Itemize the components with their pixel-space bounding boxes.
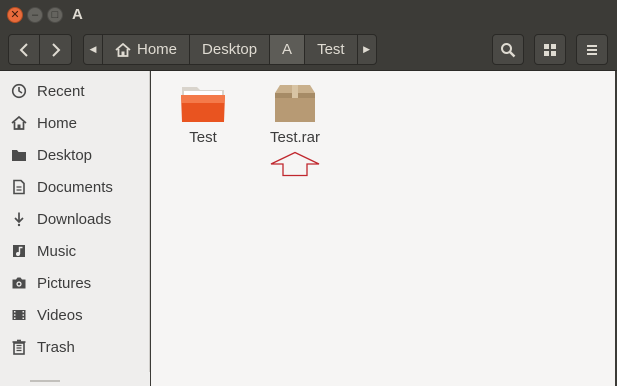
sidebar-item-downloads[interactable]: Downloads <box>0 204 150 234</box>
sidebar-item-documents[interactable]: Documents <box>0 172 150 202</box>
sidebar-item-label: Desktop <box>37 146 93 164</box>
search-icon <box>501 42 516 57</box>
path-scroll-right-button[interactable]: ▶ <box>356 34 377 65</box>
chevron-left-icon <box>19 42 28 57</box>
close-icon: ✕ <box>10 8 20 21</box>
trash-icon <box>12 339 26 355</box>
sidebar-item-label: Music <box>37 242 77 260</box>
music-icon <box>13 245 25 257</box>
chevron-right-icon <box>51 42 60 57</box>
home-icon <box>11 115 27 130</box>
sidebar-item-label: Downloads <box>37 210 112 228</box>
sidebar-item-trash[interactable]: Trash <box>0 332 150 362</box>
sidebar-item-label: Videos <box>37 306 83 324</box>
sidebar-item-recent[interactable]: Recent <box>0 76 150 106</box>
back-button[interactable] <box>8 34 40 65</box>
window-title: A <box>72 6 83 23</box>
download-icon <box>14 212 24 227</box>
path-segment-label: A <box>282 41 293 58</box>
path-bar: ◀ Home Desktop A Test ▶ <box>83 34 377 65</box>
maximize-window-button[interactable]: □ <box>47 7 63 23</box>
camera-icon <box>12 277 26 289</box>
triangle-right-icon: ▶ <box>363 44 371 54</box>
maximize-icon: □ <box>51 8 59 21</box>
sidebar-item-home[interactable]: Home <box>0 108 150 138</box>
sidebar-item-pictures[interactable]: Pictures <box>0 268 150 298</box>
folder-icon <box>181 87 225 122</box>
path-segment-label: Home <box>137 41 178 58</box>
sidebar-item-label: Recent <box>37 82 85 100</box>
path-segment-desktop[interactable]: Desktop <box>189 34 271 65</box>
path-segment-home[interactable]: Home <box>102 34 191 65</box>
path-segment-label: Desktop <box>202 41 258 58</box>
minimize-window-button[interactable]: – <box>27 7 43 23</box>
file-view: Test Test.rar <box>151 71 615 386</box>
home-icon <box>115 42 131 57</box>
view-toggle-button[interactable] <box>534 34 566 65</box>
title-bar: ✕ – □ A <box>0 0 617 30</box>
sidebar-item-label: Trash <box>37 338 75 356</box>
video-icon <box>12 310 26 320</box>
sidebar-item-music[interactable]: Music <box>0 236 150 266</box>
sidebar-item-desktop[interactable]: Desktop <box>0 140 150 170</box>
hamburger-menu-icon <box>587 44 597 55</box>
sidebar-item-label: Pictures <box>37 274 92 292</box>
search-button[interactable] <box>492 34 524 65</box>
path-scroll-left-button[interactable]: ◀ <box>83 34 103 65</box>
minimize-icon: – <box>31 8 39 21</box>
path-segment-a[interactable]: A <box>269 34 306 65</box>
toolbar: ◀ Home Desktop A Test ▶ <box>0 30 617 71</box>
document-icon <box>13 179 25 195</box>
path-segment-label: Test <box>317 41 345 58</box>
menu-button[interactable] <box>576 34 608 65</box>
archive-icon <box>275 85 315 122</box>
sidebar-scroll-edge <box>0 372 150 386</box>
file-name: Test <box>189 129 217 146</box>
close-window-button[interactable]: ✕ <box>7 7 23 23</box>
file-item-archive[interactable]: Test.rar <box>255 81 335 146</box>
triangle-left-icon: ◀ <box>89 44 97 54</box>
annotation-arrow-up-icon <box>270 151 320 177</box>
path-segment-test[interactable]: Test <box>304 34 358 65</box>
grid-view-icon <box>544 43 556 56</box>
folder-icon <box>12 150 26 161</box>
sidebar-item-label: Home <box>37 114 78 132</box>
sidebar-item-videos[interactable]: Videos <box>0 300 150 330</box>
file-item-folder[interactable]: Test <box>163 81 243 146</box>
forward-button[interactable] <box>39 34 72 65</box>
places-sidebar: Recent Home Desktop Documents Downloads … <box>0 71 150 386</box>
file-name: Test.rar <box>269 129 320 146</box>
sidebar-item-label: Documents <box>37 178 113 196</box>
clock-icon <box>11 83 27 99</box>
